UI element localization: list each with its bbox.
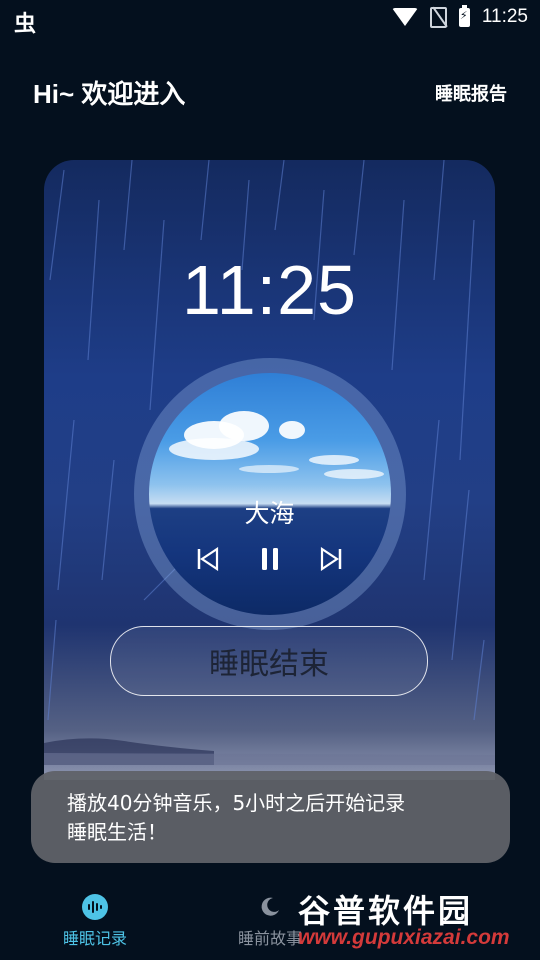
greeting-title: Hi~ 欢迎进入	[33, 79, 186, 109]
end-sleep-button[interactable]: 睡眠结束	[110, 626, 428, 696]
battery-charging-icon	[458, 4, 470, 27]
nav-sleep-record[interactable]: 睡眠记录	[35, 894, 155, 949]
nav-sleep-record-label: 睡眠记录	[62, 929, 127, 948]
status-bar: 虫 11:25	[0, 0, 540, 38]
wifi-icon	[391, 8, 418, 26]
clock-display: 11:25	[182, 251, 357, 329]
toast-line-1: 播放40分钟音乐，5小时之后开始记录	[67, 791, 406, 815]
pause-icon[interactable]	[256, 545, 284, 573]
playback-controls	[194, 545, 345, 573]
app-notification-icon: 虫	[14, 12, 37, 37]
no-sim-icon	[429, 6, 447, 28]
toast-line-2: 睡眠生活！	[67, 820, 167, 844]
track-name: 大海	[244, 499, 295, 528]
moon-icon	[257, 894, 283, 920]
next-icon[interactable]	[317, 545, 345, 573]
audio-wave-icon	[82, 894, 108, 920]
previous-icon[interactable]	[194, 545, 222, 573]
player-card: 11:25 大海 睡眠结束	[44, 160, 495, 780]
sleep-report-link[interactable]: 睡眠报告	[435, 80, 507, 106]
shoreline	[44, 738, 495, 765]
status-time: 11:25	[481, 6, 528, 27]
status-icons: 11:25	[391, 4, 528, 28]
watermark-url: www.gupuxiazai.com	[298, 926, 510, 949]
site-watermark: 谷普软件园 www.gupuxiazai.com	[298, 884, 534, 956]
toast-message: 播放40分钟音乐，5小时之后开始记录 睡眠生活！	[31, 771, 510, 863]
